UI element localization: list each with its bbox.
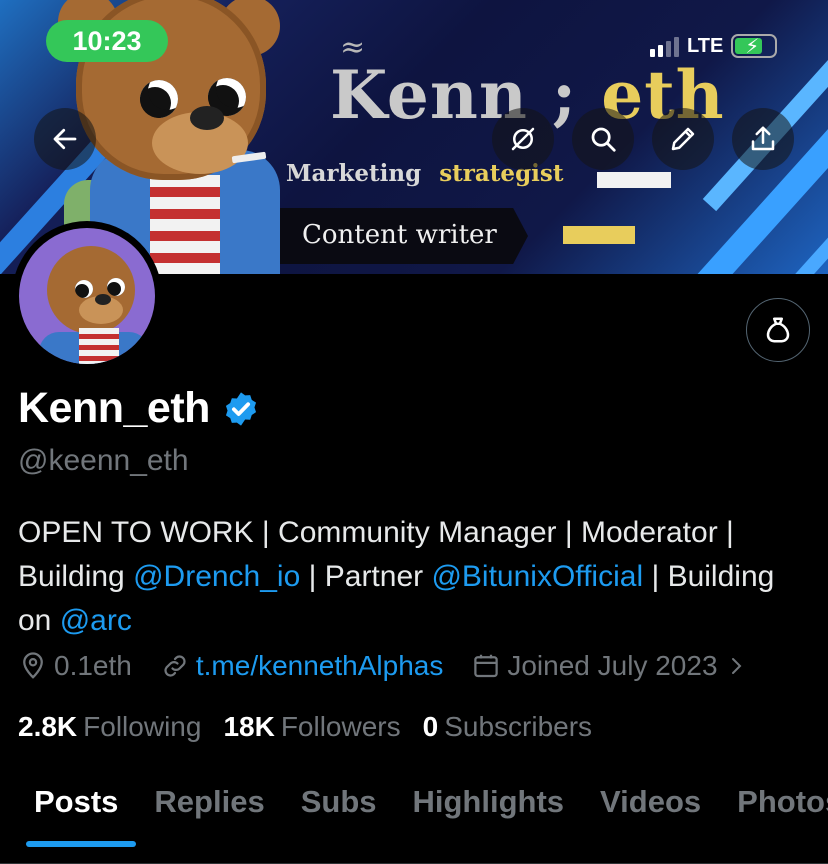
calendar-icon: [474, 654, 499, 678]
banner-white-bar: [597, 172, 671, 188]
subscribers-stat[interactable]: 0 Subscribers: [423, 711, 592, 743]
tab-photos[interactable]: Photos: [719, 770, 828, 863]
verified-badge-icon[interactable]: [222, 390, 260, 428]
name-row: Kenn_eth: [18, 384, 260, 433]
grok-button[interactable]: [492, 108, 554, 170]
tab-posts[interactable]: Posts: [0, 770, 137, 863]
banner-content-label: Content writer: [280, 208, 528, 264]
mention-link[interactable]: @arc: [60, 604, 132, 637]
grok-summary-button[interactable]: [746, 298, 810, 362]
bio: OPEN TO WORK | Community Manager | Moder…: [18, 516, 775, 637]
joined-date[interactable]: Joined July 2023: [471, 650, 747, 682]
network-label: LTE: [687, 34, 724, 57]
following-stat[interactable]: 2.8K Following: [18, 711, 201, 743]
share-button[interactable]: [732, 108, 794, 170]
chevron-right-icon: [731, 658, 741, 674]
banner-gold-bar: [563, 226, 635, 244]
grok-icon: [511, 127, 535, 151]
signal-icon: [650, 35, 679, 57]
tab-videos[interactable]: Videos: [582, 770, 719, 863]
follow-stats: 2.8K Following 18K Followers 0 Subscribers: [18, 711, 614, 743]
mention-link[interactable]: @BitunixOfficial: [431, 560, 643, 593]
arrow-left-icon: [53, 128, 77, 150]
status-indicators: LTE ⚡: [650, 34, 778, 58]
profile-tabs: Posts Replies Subs Highlights Videos Pho…: [0, 770, 828, 864]
battery-icon: ⚡: [731, 34, 778, 58]
avatar[interactable]: [12, 221, 162, 371]
tab-replies[interactable]: Replies: [136, 770, 282, 863]
location-pin-icon: [23, 652, 43, 679]
tab-subs[interactable]: Subs: [283, 770, 395, 863]
joined-text: Joined July 2023: [507, 650, 718, 681]
website-link[interactable]: t.me/kennethAlphas: [196, 650, 444, 682]
share-icon: [751, 126, 775, 151]
tab-highlights[interactable]: Highlights: [395, 770, 583, 863]
pencil-icon: [671, 127, 695, 151]
edit-button[interactable]: [652, 108, 714, 170]
location: 0.1eth: [18, 650, 132, 682]
location-text: 0.1eth: [54, 650, 132, 681]
money-bag-icon: [766, 317, 790, 343]
link-icon: [164, 655, 186, 677]
search-button[interactable]: [572, 108, 634, 170]
handle: @keenn_eth: [18, 444, 189, 477]
followers-stat[interactable]: 18K Followers: [223, 711, 400, 743]
active-tab-indicator: [26, 841, 137, 847]
display-name: Kenn_eth: [18, 384, 210, 432]
status-time: 10:23: [46, 20, 168, 62]
mention-link[interactable]: @Drench_io: [133, 560, 300, 593]
back-button[interactable]: [34, 108, 96, 170]
search-icon: [591, 127, 616, 152]
website[interactable]: t.me/kennethAlphas: [160, 650, 444, 682]
profile-meta: 0.1eth t.me/kennethAlphas Joined July 20…: [18, 650, 776, 682]
